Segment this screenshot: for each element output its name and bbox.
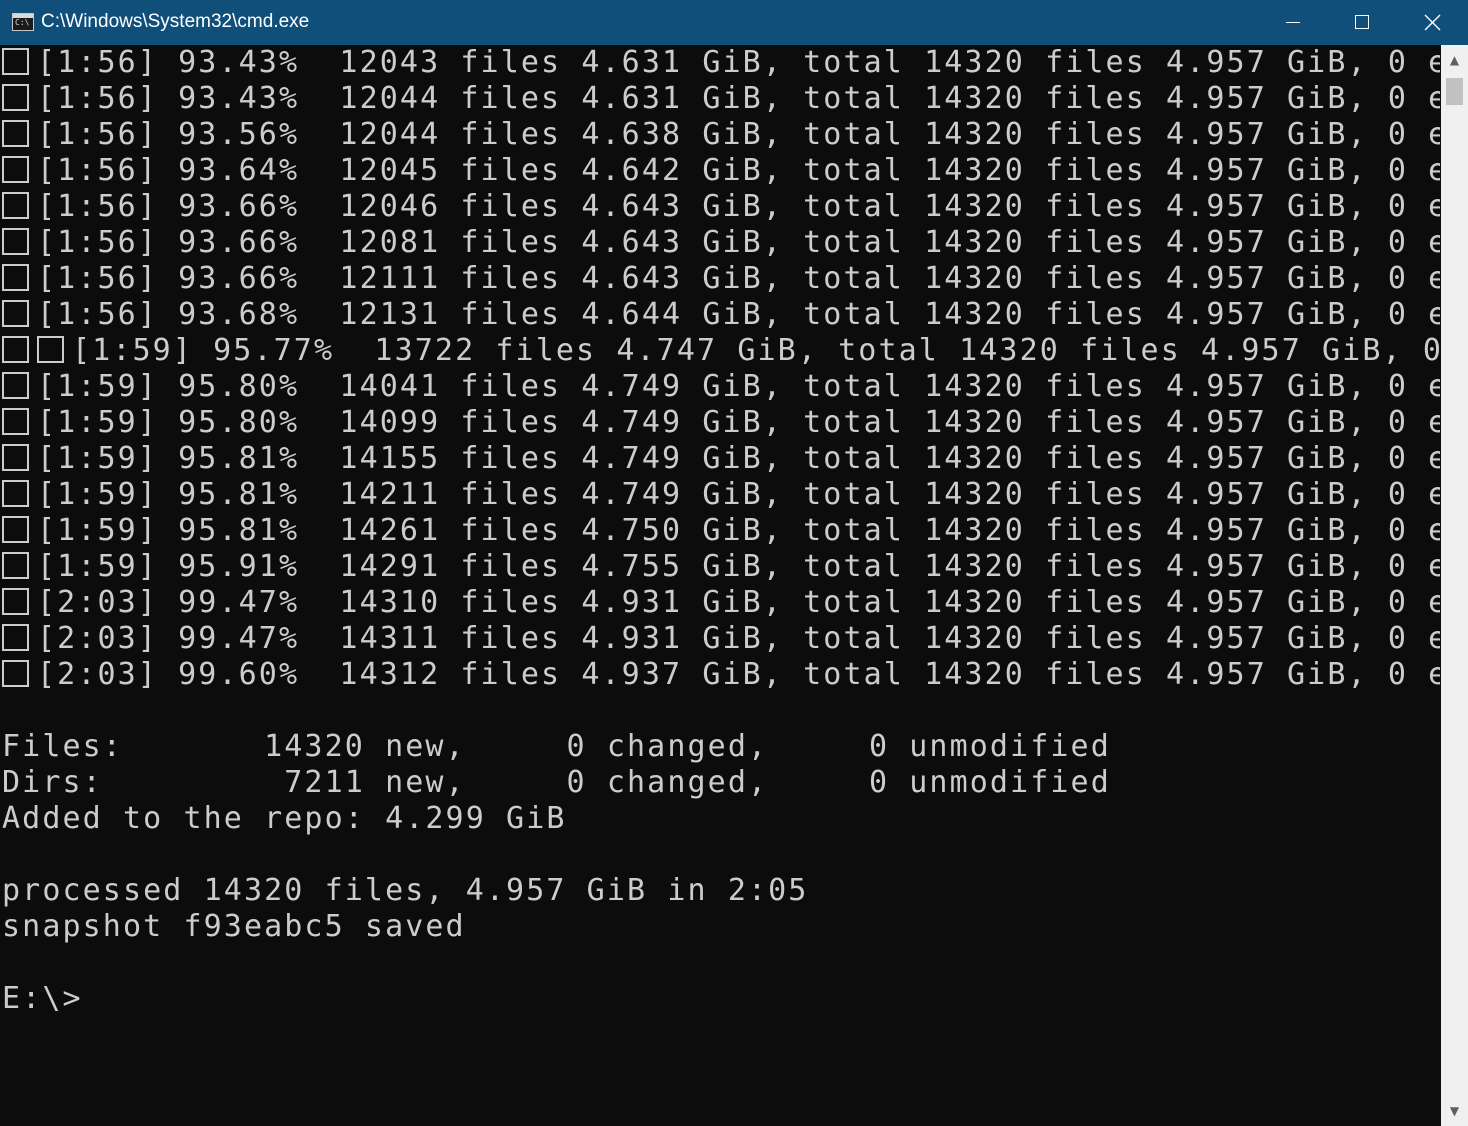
unknown-glyph-box-icon <box>2 660 29 687</box>
unknown-glyph-box-icon <box>37 336 64 363</box>
title-bar[interactable]: C:\ C:\Windows\System32\cmd.exe <box>0 0 1468 45</box>
progress-line: [1:59] 95.81% 14155 files 4.749 GiB, tot… <box>2 441 1440 477</box>
unknown-glyph-box-icon <box>2 156 29 183</box>
progress-line-text: [2:03] 99.60% 14312 files 4.937 GiB, tot… <box>37 657 1440 692</box>
progress-line-text: [1:59] 95.81% 14211 files 4.749 GiB, tot… <box>37 477 1440 512</box>
progress-line-text: [1:56] 93.43% 12044 files 4.631 GiB, tot… <box>37 81 1440 116</box>
progress-line-text: [1:59] 95.81% 14155 files 4.749 GiB, tot… <box>37 441 1440 476</box>
unknown-glyph-box-icon <box>2 264 29 291</box>
unknown-glyph-box-icon <box>2 552 29 579</box>
unknown-glyph-box-icon <box>2 624 29 651</box>
vertical-scrollbar[interactable]: ▲ ▼ <box>1441 45 1468 1126</box>
progress-line: [2:03] 99.60% 14312 files 4.937 GiB, tot… <box>2 657 1440 693</box>
progress-line-text: [2:03] 99.47% 14310 files 4.931 GiB, tot… <box>37 585 1440 620</box>
unknown-glyph-box-icon <box>2 372 29 399</box>
progress-line-text: [1:56] 93.64% 12045 files 4.642 GiB, tot… <box>37 153 1440 188</box>
progress-line-text: [1:56] 93.56% 12044 files 4.638 GiB, tot… <box>37 117 1440 152</box>
unknown-glyph-box-icon <box>2 480 29 507</box>
progress-line: [2:03] 99.47% 14311 files 4.931 GiB, tot… <box>2 621 1440 657</box>
unknown-glyph-box-icon <box>2 228 29 255</box>
unknown-glyph-box-icon <box>2 444 29 471</box>
unknown-glyph-box-icon <box>2 516 29 543</box>
unknown-glyph-box-icon <box>2 192 29 219</box>
progress-line: [1:59] 95.80% 14041 files 4.749 GiB, tot… <box>2 369 1440 405</box>
progress-line-text: [1:59] 95.80% 14099 files 4.749 GiB, tot… <box>37 405 1440 440</box>
unknown-glyph-box-icon <box>2 300 29 327</box>
progress-line: [1:59] 95.91% 14291 files 4.755 GiB, tot… <box>2 549 1440 585</box>
cmd-icon[interactable]: C:\ <box>12 13 34 31</box>
progress-line-text: [1:56] 93.43% 12043 files 4.631 GiB, tot… <box>37 45 1440 80</box>
progress-line: [1:59] 95.80% 14099 files 4.749 GiB, tot… <box>2 405 1440 441</box>
scroll-down-arrow-icon[interactable]: ▼ <box>1441 1096 1468 1126</box>
maximize-icon <box>1355 15 1369 29</box>
progress-line: [1:59] 95.81% 14261 files 4.750 GiB, tot… <box>2 513 1440 549</box>
progress-line: [1:56] 93.43% 12043 files 4.631 GiB, tot… <box>2 45 1440 81</box>
progress-line-text: [1:59] 95.77% 13722 files 4.747 GiB, tot… <box>72 333 1440 368</box>
progress-line-text: [1:59] 95.80% 14041 files 4.749 GiB, tot… <box>37 369 1440 404</box>
maximize-button[interactable] <box>1327 0 1397 45</box>
progress-line-text: [1:56] 93.66% 12111 files 4.643 GiB, tot… <box>37 261 1440 296</box>
progress-line-text: [1:56] 93.66% 12046 files 4.643 GiB, tot… <box>37 189 1440 224</box>
snapshot-line: snapshot f93eabc5 saved <box>2 909 466 944</box>
unknown-glyph-box-icon <box>2 588 29 615</box>
progress-line: [1:56] 93.68% 12131 files 4.644 GiB, tot… <box>2 297 1440 333</box>
progress-line-text: [1:59] 95.81% 14261 files 4.750 GiB, tot… <box>37 513 1440 548</box>
unknown-glyph-box-icon <box>2 84 29 111</box>
progress-line-text: [1:56] 93.68% 12131 files 4.644 GiB, tot… <box>37 297 1440 332</box>
console-output[interactable]: [1:56] 93.43% 12043 files 4.631 GiB, tot… <box>0 45 1440 1126</box>
progress-line: [1:56] 93.66% 12046 files 4.643 GiB, tot… <box>2 189 1440 225</box>
progress-line-text: [2:03] 99.47% 14311 files 4.931 GiB, tot… <box>37 621 1440 656</box>
progress-line: [1:56] 93.56% 12044 files 4.638 GiB, tot… <box>2 117 1440 153</box>
progress-line: [1:56] 93.64% 12045 files 4.642 GiB, tot… <box>2 153 1440 189</box>
progress-line: [1:59] 95.77% 13722 files 4.747 GiB, tot… <box>2 333 1440 369</box>
unknown-glyph-box-icon <box>2 48 29 75</box>
scrollbar-thumb[interactable] <box>1446 78 1463 105</box>
unknown-glyph-box-icon <box>2 120 29 147</box>
close-button[interactable] <box>1397 0 1467 45</box>
progress-line: [1:56] 93.66% 12081 files 4.643 GiB, tot… <box>2 225 1440 261</box>
progress-line-text: [1:56] 93.66% 12081 files 4.643 GiB, tot… <box>37 225 1440 260</box>
summary-added-line: Added to the repo: 4.299 GiB <box>2 801 567 836</box>
command-prompt[interactable]: E:\> <box>2 981 83 1017</box>
minimize-icon <box>1286 22 1300 23</box>
progress-line: [1:56] 93.43% 12044 files 4.631 GiB, tot… <box>2 81 1440 117</box>
progress-line-text: [1:59] 95.91% 14291 files 4.755 GiB, tot… <box>37 549 1440 584</box>
unknown-glyph-box-icon <box>2 408 29 435</box>
progress-line: [1:56] 93.66% 12111 files 4.643 GiB, tot… <box>2 261 1440 297</box>
progress-line: [2:03] 99.47% 14310 files 4.931 GiB, tot… <box>2 585 1440 621</box>
progress-line: [1:59] 95.81% 14211 files 4.749 GiB, tot… <box>2 477 1440 513</box>
close-icon <box>1424 14 1441 31</box>
scroll-up-arrow-icon[interactable]: ▲ <box>1441 45 1468 75</box>
summary-files-line: Files: 14320 new, 0 changed, 0 unmodifie… <box>2 729 1111 764</box>
unknown-glyph-box-icon <box>2 336 29 363</box>
summary-dirs-line: Dirs: 7211 new, 0 changed, 0 unmodified <box>2 765 1111 800</box>
processed-line: processed 14320 files, 4.957 GiB in 2:05 <box>2 873 809 908</box>
window-title: C:\Windows\System32\cmd.exe <box>41 11 310 32</box>
minimize-button[interactable] <box>1257 0 1327 45</box>
cmd-window: C:\ C:\Windows\System32\cmd.exe [1:56] 9… <box>0 0 1468 1126</box>
